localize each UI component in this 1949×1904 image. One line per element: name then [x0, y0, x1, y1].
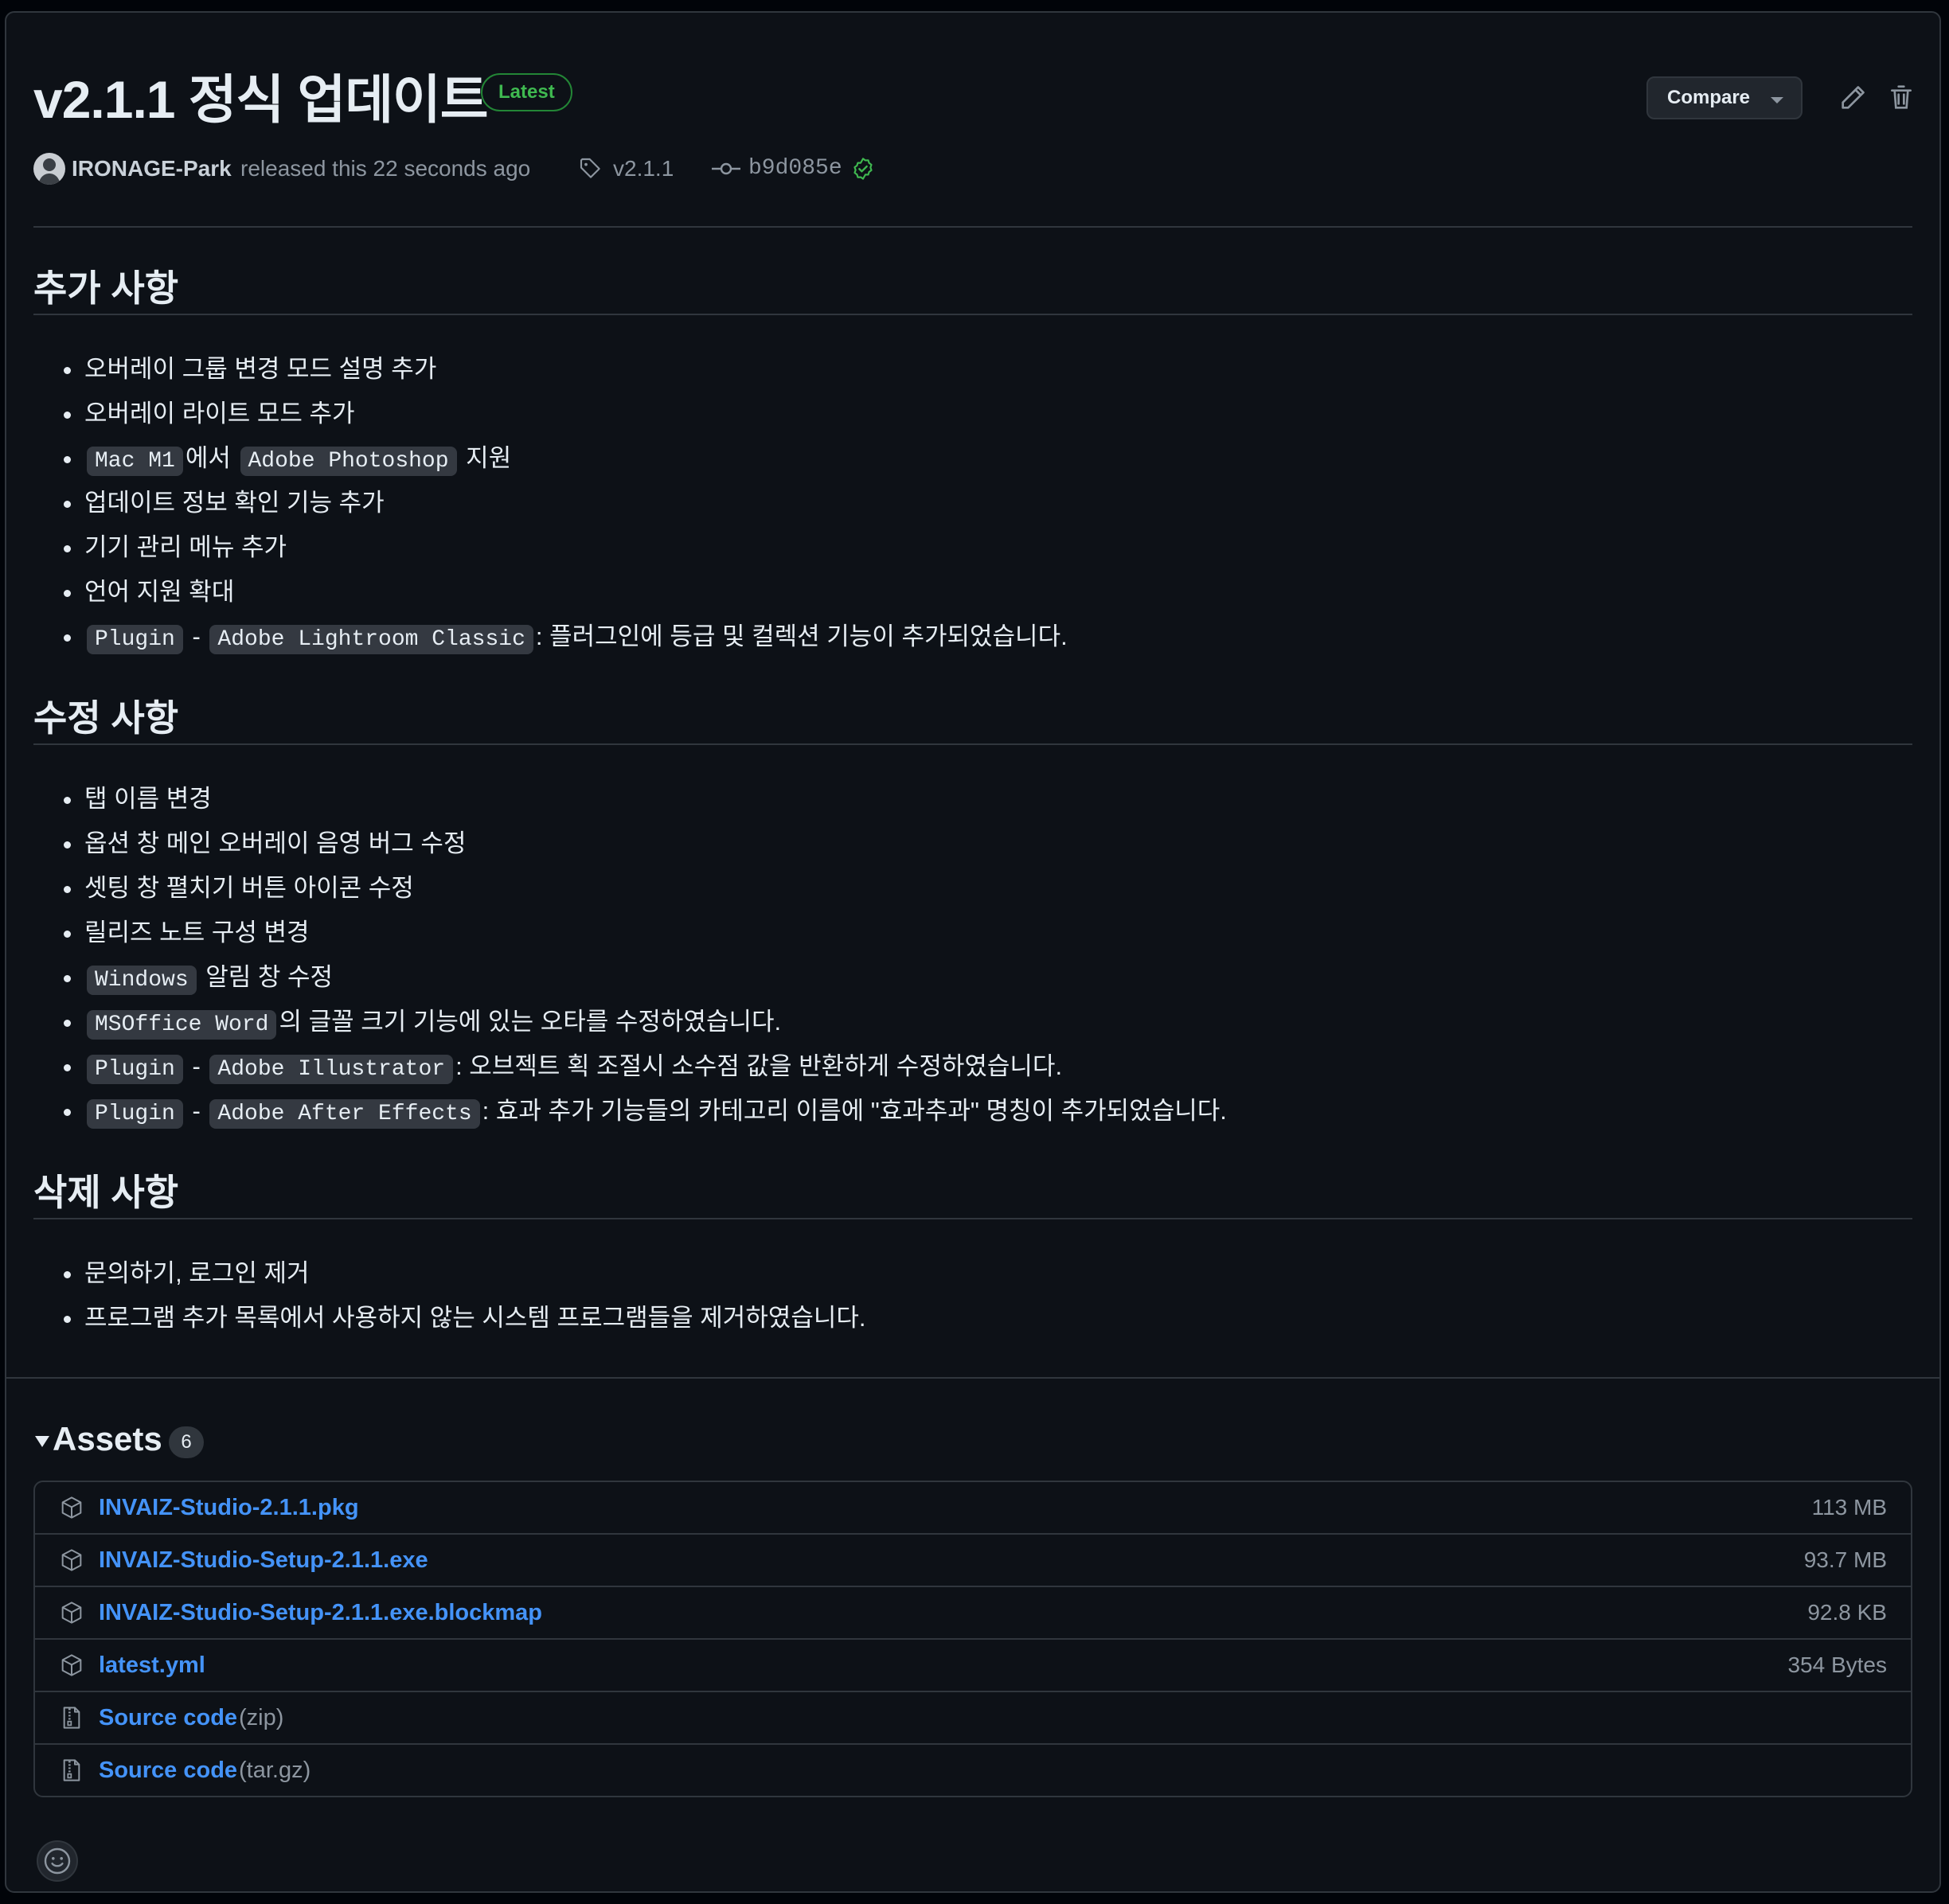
inline-code: Adobe Illustrator [209, 1055, 454, 1084]
list-item: 기기 관리 메뉴 추가 [33, 525, 1912, 570]
verified-check-icon[interactable] [850, 156, 876, 181]
list-item: Plugin - Adobe Lightroom Classic: 플러그인에 … [33, 615, 1912, 659]
list-item: Mac M1 에서 Adobe Photoshop 지원 [33, 436, 1912, 481]
asset-link[interactable]: INVAIZ-Studio-Setup-2.1.1.exe [99, 1547, 428, 1574]
inline-code: Adobe Photoshop [240, 447, 457, 476]
inline-code: Windows [87, 966, 197, 995]
trash-icon[interactable] [1885, 81, 1917, 113]
released-text: released this 22 seconds ago [240, 156, 531, 181]
pencil-icon[interactable] [1838, 81, 1869, 113]
asset-row[interactable]: INVAIZ-Studio-Setup-2.1.1.exe 93.7 MB [35, 1533, 1911, 1586]
section-heading-fixed: 수정 사항 [33, 697, 179, 739]
package-icon [61, 1602, 82, 1624]
package-icon [61, 1549, 82, 1571]
author-link[interactable]: IRONAGE-Park [72, 156, 232, 181]
divider [33, 743, 1912, 745]
asset-row[interactable]: Source code (tar.gz) [35, 1743, 1911, 1796]
list-item: Windows 알림 창 수정 [33, 955, 1912, 1000]
asset-row[interactable]: Source code (zip) [35, 1691, 1911, 1743]
asset-link[interactable]: INVAIZ-Studio-Setup-2.1.1.exe.blockmap [99, 1600, 542, 1626]
commit-link[interactable]: b9d085e [748, 156, 842, 181]
asset-row[interactable]: latest.yml 354 Bytes [35, 1638, 1911, 1691]
inline-code: Adobe Lightroom Classic [209, 625, 533, 654]
fixed-list: 탭 이름 변경 옵션 창 메인 오버레이 음영 버그 수정 셋팅 창 펼치기 버… [33, 777, 1912, 1133]
list-item: 릴리즈 노트 구성 변경 [33, 911, 1912, 955]
asset-size: 93.7 MB [1803, 1547, 1887, 1572]
list-item: 옵션 창 메인 오버레이 음영 버그 수정 [33, 821, 1912, 866]
asset-size: 113 MB [1811, 1495, 1887, 1520]
inline-code: Plugin [87, 625, 183, 654]
latest-badge: Latest [481, 73, 572, 111]
file-zip-icon [63, 1759, 80, 1781]
list-item: 탭 이름 변경 [33, 777, 1912, 821]
asset-row[interactable]: INVAIZ-Studio-2.1.1.pkg 113 MB [35, 1482, 1911, 1533]
inline-code: Plugin [87, 1099, 183, 1129]
divider [33, 1218, 1912, 1219]
assets-list: INVAIZ-Studio-2.1.1.pkg 113 MB INVAIZ-St… [33, 1481, 1912, 1797]
list-item: 셋팅 창 펼치기 버튼 아이콘 수정 [33, 866, 1912, 911]
release-title: v2.1.1 정식 업데이트 [33, 70, 488, 129]
release-meta: IRONAGE-Park released this 22 seconds ag… [33, 151, 1912, 186]
list-item: 업데이트 정보 확인 기능 추가 [33, 481, 1912, 525]
list-item: Plugin - Adobe Illustrator: 오브젝트 획 조절시 소… [33, 1044, 1912, 1089]
list-item: Plugin - Adobe After Effects: 효과 추가 기능들의… [33, 1089, 1912, 1133]
file-zip-icon [63, 1707, 80, 1729]
inline-code: Mac M1 [87, 447, 183, 476]
inline-code: MSOffice Word [87, 1010, 277, 1040]
list-item: 프로그램 추가 목록에서 사용하지 않는 시스템 프로그램들을 제거하였습니다. [33, 1296, 1912, 1340]
list-item: MSOffice Word 의 글꼴 크기 기능에 있는 오타를 수정하였습니다. [33, 1000, 1912, 1044]
user-avatar-icon [38, 158, 61, 185]
asset-link[interactable]: Source code [99, 1705, 237, 1731]
smiley-icon [44, 1847, 71, 1875]
list-item: 오버레이 그룹 변경 모드 설명 추가 [33, 347, 1912, 392]
asset-link[interactable]: Source code [99, 1758, 237, 1784]
section-heading-removed: 삭제 사항 [33, 1172, 179, 1213]
inline-code: Adobe After Effects [209, 1099, 480, 1129]
asset-size: 92.8 KB [1807, 1600, 1887, 1625]
asset-format: (tar.gz) [239, 1758, 311, 1783]
asset-link[interactable]: latest.yml [99, 1652, 205, 1679]
release-card: v2.1.1 정식 업데이트 Latest Compare IRONAGE-Pa… [5, 11, 1941, 1893]
avatar[interactable] [33, 153, 65, 185]
assets-count-badge: 6 [169, 1426, 204, 1458]
compare-button[interactable]: Compare [1646, 76, 1803, 119]
tag-icon [580, 158, 600, 178]
divider [33, 314, 1912, 315]
git-commit-icon [712, 162, 740, 175]
release-header: v2.1.1 정식 업데이트 Latest Compare [33, 49, 1912, 129]
divider [6, 1377, 1939, 1379]
removed-list: 문의하기, 로그인 제거 프로그램 추가 목록에서 사용하지 않는 시스템 프로… [33, 1251, 1912, 1340]
tag-link[interactable]: v2.1.1 [613, 156, 674, 181]
add-reaction-button[interactable] [37, 1840, 78, 1882]
package-icon [61, 1654, 82, 1676]
divider [33, 226, 1912, 228]
asset-format: (zip) [239, 1705, 284, 1730]
package-icon [61, 1496, 82, 1519]
chevron-down-icon [1771, 97, 1783, 103]
asset-link[interactable]: INVAIZ-Studio-2.1.1.pkg [99, 1495, 359, 1521]
added-list: 오버레이 그룹 변경 모드 설명 추가 오버레이 라이트 모드 추가 Mac M… [33, 347, 1912, 659]
list-item: 언어 지원 확대 [33, 570, 1912, 615]
asset-size: 354 Bytes [1787, 1652, 1887, 1677]
inline-code: Plugin [87, 1055, 183, 1084]
caret-down-icon [35, 1436, 49, 1447]
list-item: 오버레이 라이트 모드 추가 [33, 392, 1912, 436]
section-heading-added: 추가 사항 [33, 267, 179, 309]
asset-row[interactable]: INVAIZ-Studio-Setup-2.1.1.exe.blockmap 9… [35, 1586, 1911, 1638]
list-item: 문의하기, 로그인 제거 [33, 1251, 1912, 1296]
assets-title: Assets [53, 1420, 162, 1457]
compare-label: Compare [1667, 87, 1751, 108]
